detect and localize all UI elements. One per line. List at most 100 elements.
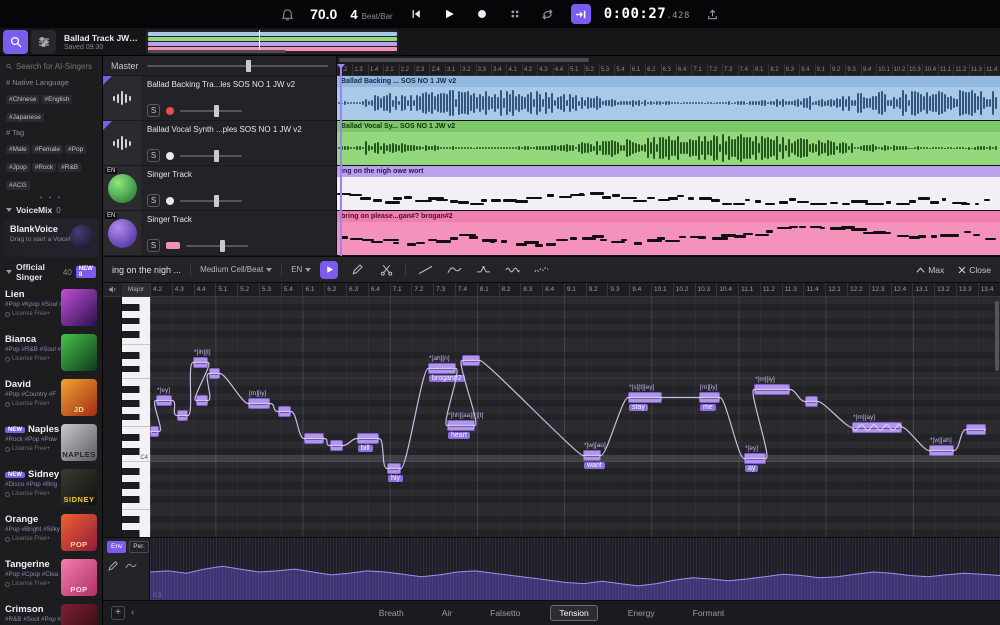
midi-note[interactable]: *[ih][t] <box>193 357 208 368</box>
track-header[interactable]: Ballad Backing Tra...les SOS NO 1 JW v2S <box>103 76 336 121</box>
solo-button[interactable]: S <box>147 194 160 207</box>
clip[interactable]: Ballad Backing ... SOS NO 1 JW v2 <box>337 76 1000 121</box>
midi-note[interactable]: *[s][t][ey]stay <box>628 392 662 403</box>
midi-note[interactable]: hiy <box>387 463 401 474</box>
param-curve-tool-icon[interactable] <box>125 560 137 572</box>
record-button[interactable] <box>472 4 492 24</box>
timeline-scrollbar[interactable] <box>337 56 1000 64</box>
play-button[interactable] <box>439 4 459 24</box>
piano-key-black[interactable] <box>122 516 150 523</box>
master-volume-slider[interactable] <box>147 65 328 67</box>
volume-slider[interactable] <box>180 200 242 202</box>
track-header[interactable]: Ballad Vocal Synth ...ples SOS NO 1 JW v… <box>103 121 336 166</box>
close-editor-button[interactable]: Close <box>958 265 991 275</box>
beats-per-bar-value[interactable]: 4 <box>350 7 357 22</box>
piano-key-black[interactable] <box>122 530 150 537</box>
blankvoice-card[interactable]: BlankVoice Drag to start a VoiceMix <box>4 219 98 257</box>
scissors-tool-icon[interactable] <box>376 261 396 279</box>
project-info[interactable]: Ballad Track JW v1 Saved 09:30 <box>64 33 140 51</box>
midi-note[interactable]: *[m][ay] <box>852 422 902 433</box>
midi-note[interactable]: [m][iy] <box>248 398 270 409</box>
curve-tool-icon[interactable] <box>444 261 464 279</box>
vertical-scrollbar[interactable] <box>995 301 999 371</box>
record-arm-dot[interactable] <box>166 197 174 205</box>
midi-note[interactable] <box>177 410 188 421</box>
filter-tag[interactable]: #Jpop <box>6 163 30 172</box>
line-tool-icon[interactable] <box>415 261 435 279</box>
midi-note[interactable] <box>150 426 159 437</box>
go-to-playhead-button[interactable] <box>571 4 591 24</box>
filter-tag[interactable]: #Pop <box>65 145 86 154</box>
piano-key-white[interactable] <box>122 359 150 366</box>
skip-to-start-button[interactable] <box>406 4 426 24</box>
volume-slider[interactable] <box>180 155 242 157</box>
singer-card[interactable]: David#Pop #Country #FLicense Free+JD <box>0 375 102 420</box>
vibrato-tool-icon[interactable] <box>502 261 522 279</box>
record-arm-dot[interactable] <box>166 107 174 115</box>
midi-note[interactable]: [m][iy]me <box>699 392 720 403</box>
piano-key-black[interactable] <box>122 318 150 325</box>
singer-card[interactable]: Bianca#Pop #R&B #Soul #License Free+ <box>0 330 102 375</box>
solo-button[interactable]: S <box>147 239 160 252</box>
search-input[interactable] <box>16 62 96 71</box>
filter-tag[interactable]: #Rock <box>32 163 56 172</box>
param-tab-falsetto[interactable]: Falsetto <box>482 606 528 620</box>
piano-roll-ruler[interactable]: 4.24.34.45.15.25.35.46.16.26.36.47.17.27… <box>150 283 1000 297</box>
clip[interactable]: ing on the nigh owe wort <box>337 166 1000 211</box>
piano-key-white[interactable] <box>122 441 150 448</box>
filter-tag[interactable]: #Female <box>32 145 63 154</box>
filter-tag[interactable]: #Japanese <box>6 113 44 122</box>
piano-key-black[interactable] <box>122 400 150 407</box>
midi-note[interactable]: bill <box>357 433 379 444</box>
midi-note[interactable]: *[m][iy] <box>754 384 790 395</box>
piano-key-black[interactable] <box>122 448 150 455</box>
piano-key-white[interactable] <box>122 393 150 400</box>
piano-key-black[interactable] <box>122 352 150 359</box>
piano-key-white[interactable] <box>122 324 150 331</box>
piano-key-black[interactable] <box>122 331 150 338</box>
export-icon[interactable] <box>703 4 723 24</box>
piano-key-black[interactable] <box>122 366 150 373</box>
preview-play-button[interactable] <box>320 261 338 279</box>
singer-card[interactable]: NEWSidney#Disco #Pop #BrigLicense Free+S… <box>0 465 102 510</box>
midi-note[interactable]: *[w][ao]want <box>583 450 601 461</box>
midi-note[interactable]: *[ey] <box>156 395 172 406</box>
piano-key-white[interactable] <box>122 311 150 318</box>
tension-curve-area[interactable]: 0.3 <box>150 538 1000 600</box>
timeline-ruler[interactable]: 1.21.31.42.12.22.32.43.13.23.33.44.14.24… <box>337 64 1000 76</box>
piano-key-white[interactable] <box>122 297 150 304</box>
language-dropdown[interactable]: EN <box>291 265 311 275</box>
anchor-tool-icon[interactable] <box>473 261 493 279</box>
param-pencil-tool-icon[interactable] <box>107 560 119 572</box>
midi-note[interactable]: *[w][ah] <box>929 445 954 456</box>
singer-card[interactable]: Crimson#R&B #Soul #Pop #License Free+POP <box>0 600 102 625</box>
filter-tag[interactable]: #Chinese <box>6 95 39 104</box>
piano-key-black[interactable] <box>122 468 150 475</box>
discover-singers-button[interactable] <box>3 30 28 54</box>
piano-key-white[interactable] <box>122 489 150 496</box>
singer-card[interactable]: Lien#Pop #Kpop #Soul #License Free+ <box>0 285 102 330</box>
midi-note[interactable] <box>209 368 220 379</box>
piano-key-white[interactable] <box>122 345 150 352</box>
notifications-bell-icon[interactable] <box>277 4 297 24</box>
clip[interactable]: Ballad Vocal Sy... SOS NO 1 JW v2 <box>337 121 1000 166</box>
piano-key-white[interactable] <box>122 475 150 482</box>
scale-selector[interactable]: Major <box>122 283 150 297</box>
record-arm-dot[interactable] <box>166 152 174 160</box>
preview-audio-toggle[interactable] <box>103 283 122 297</box>
filter-tag[interactable]: #ACG <box>6 181 30 190</box>
midi-note[interactable] <box>304 433 324 444</box>
track-color-chip[interactable] <box>166 242 180 249</box>
piano-key-white[interactable] <box>122 407 150 414</box>
piano-key-black[interactable] <box>122 414 150 421</box>
overview-scrollbar[interactable] <box>148 50 286 53</box>
midi-note[interactable] <box>805 396 818 407</box>
param-tab-air[interactable]: Air <box>434 606 460 620</box>
solo-button[interactable]: S <box>147 104 160 117</box>
metronome-grid-icon[interactable] <box>505 4 525 24</box>
param-tab-formant[interactable]: Formant <box>685 606 733 620</box>
solo-button[interactable]: S <box>147 149 160 162</box>
master-track-row[interactable]: Master <box>103 56 336 76</box>
param-tab-energy[interactable]: Energy <box>620 606 663 620</box>
param-tab-breath[interactable]: Breath <box>371 606 412 620</box>
